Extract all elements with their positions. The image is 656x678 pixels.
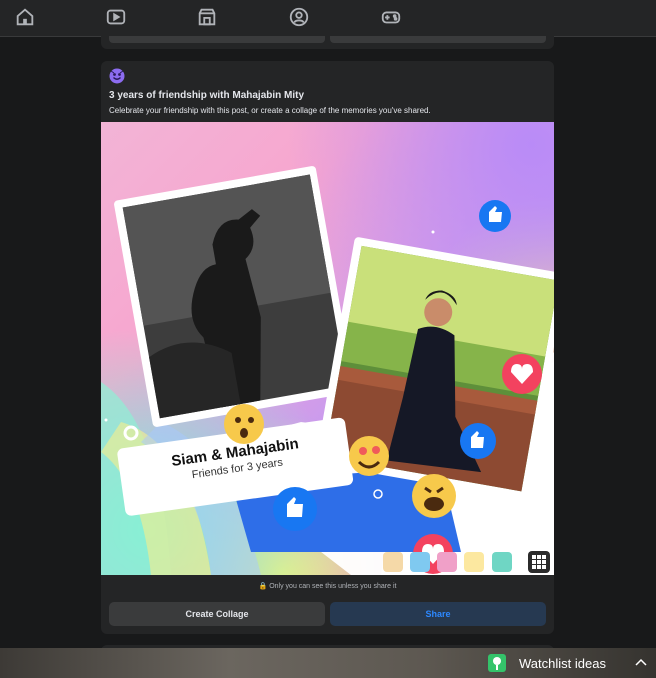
previous-post-card xyxy=(101,36,554,49)
memory-title: 3 years of friendship with Mahajabin Mit… xyxy=(109,90,305,101)
marketplace-icon[interactable] xyxy=(196,6,218,28)
home-icon[interactable] xyxy=(14,6,36,28)
create-collage-button[interactable]: Create Collage xyxy=(109,602,325,626)
privacy-notice: 🔒 Only you can see this unless you share… xyxy=(101,582,554,590)
friendship-memory-card: 3 years of friendship with Mahajabin Mit… xyxy=(101,61,554,634)
share-button[interactable]: Share xyxy=(330,602,546,626)
taskbar: Watchlist ideas xyxy=(0,648,656,678)
previous-post-button[interactable] xyxy=(330,36,546,43)
friendship-emoji-icon xyxy=(109,68,125,84)
lock-icon: 🔒 xyxy=(258,583,268,590)
memory-subtitle: Celebrate your friendship with this post… xyxy=(109,106,431,115)
privacy-notice-text: Only you can see this unless you share i… xyxy=(269,583,397,590)
previous-post-button[interactable] xyxy=(109,36,325,43)
watchlist-icon[interactable] xyxy=(488,654,506,672)
gaming-icon[interactable] xyxy=(380,6,402,28)
top-navigation xyxy=(0,0,656,37)
groups-icon[interactable] xyxy=(288,6,310,28)
video-icon[interactable] xyxy=(105,6,127,28)
friendship-collage-image[interactable]: Siam & Mahajabin Friends for 3 years xyxy=(101,122,554,575)
watchlist-widget-label[interactable]: Watchlist ideas xyxy=(519,656,606,671)
chevron-up-icon[interactable] xyxy=(633,655,649,671)
